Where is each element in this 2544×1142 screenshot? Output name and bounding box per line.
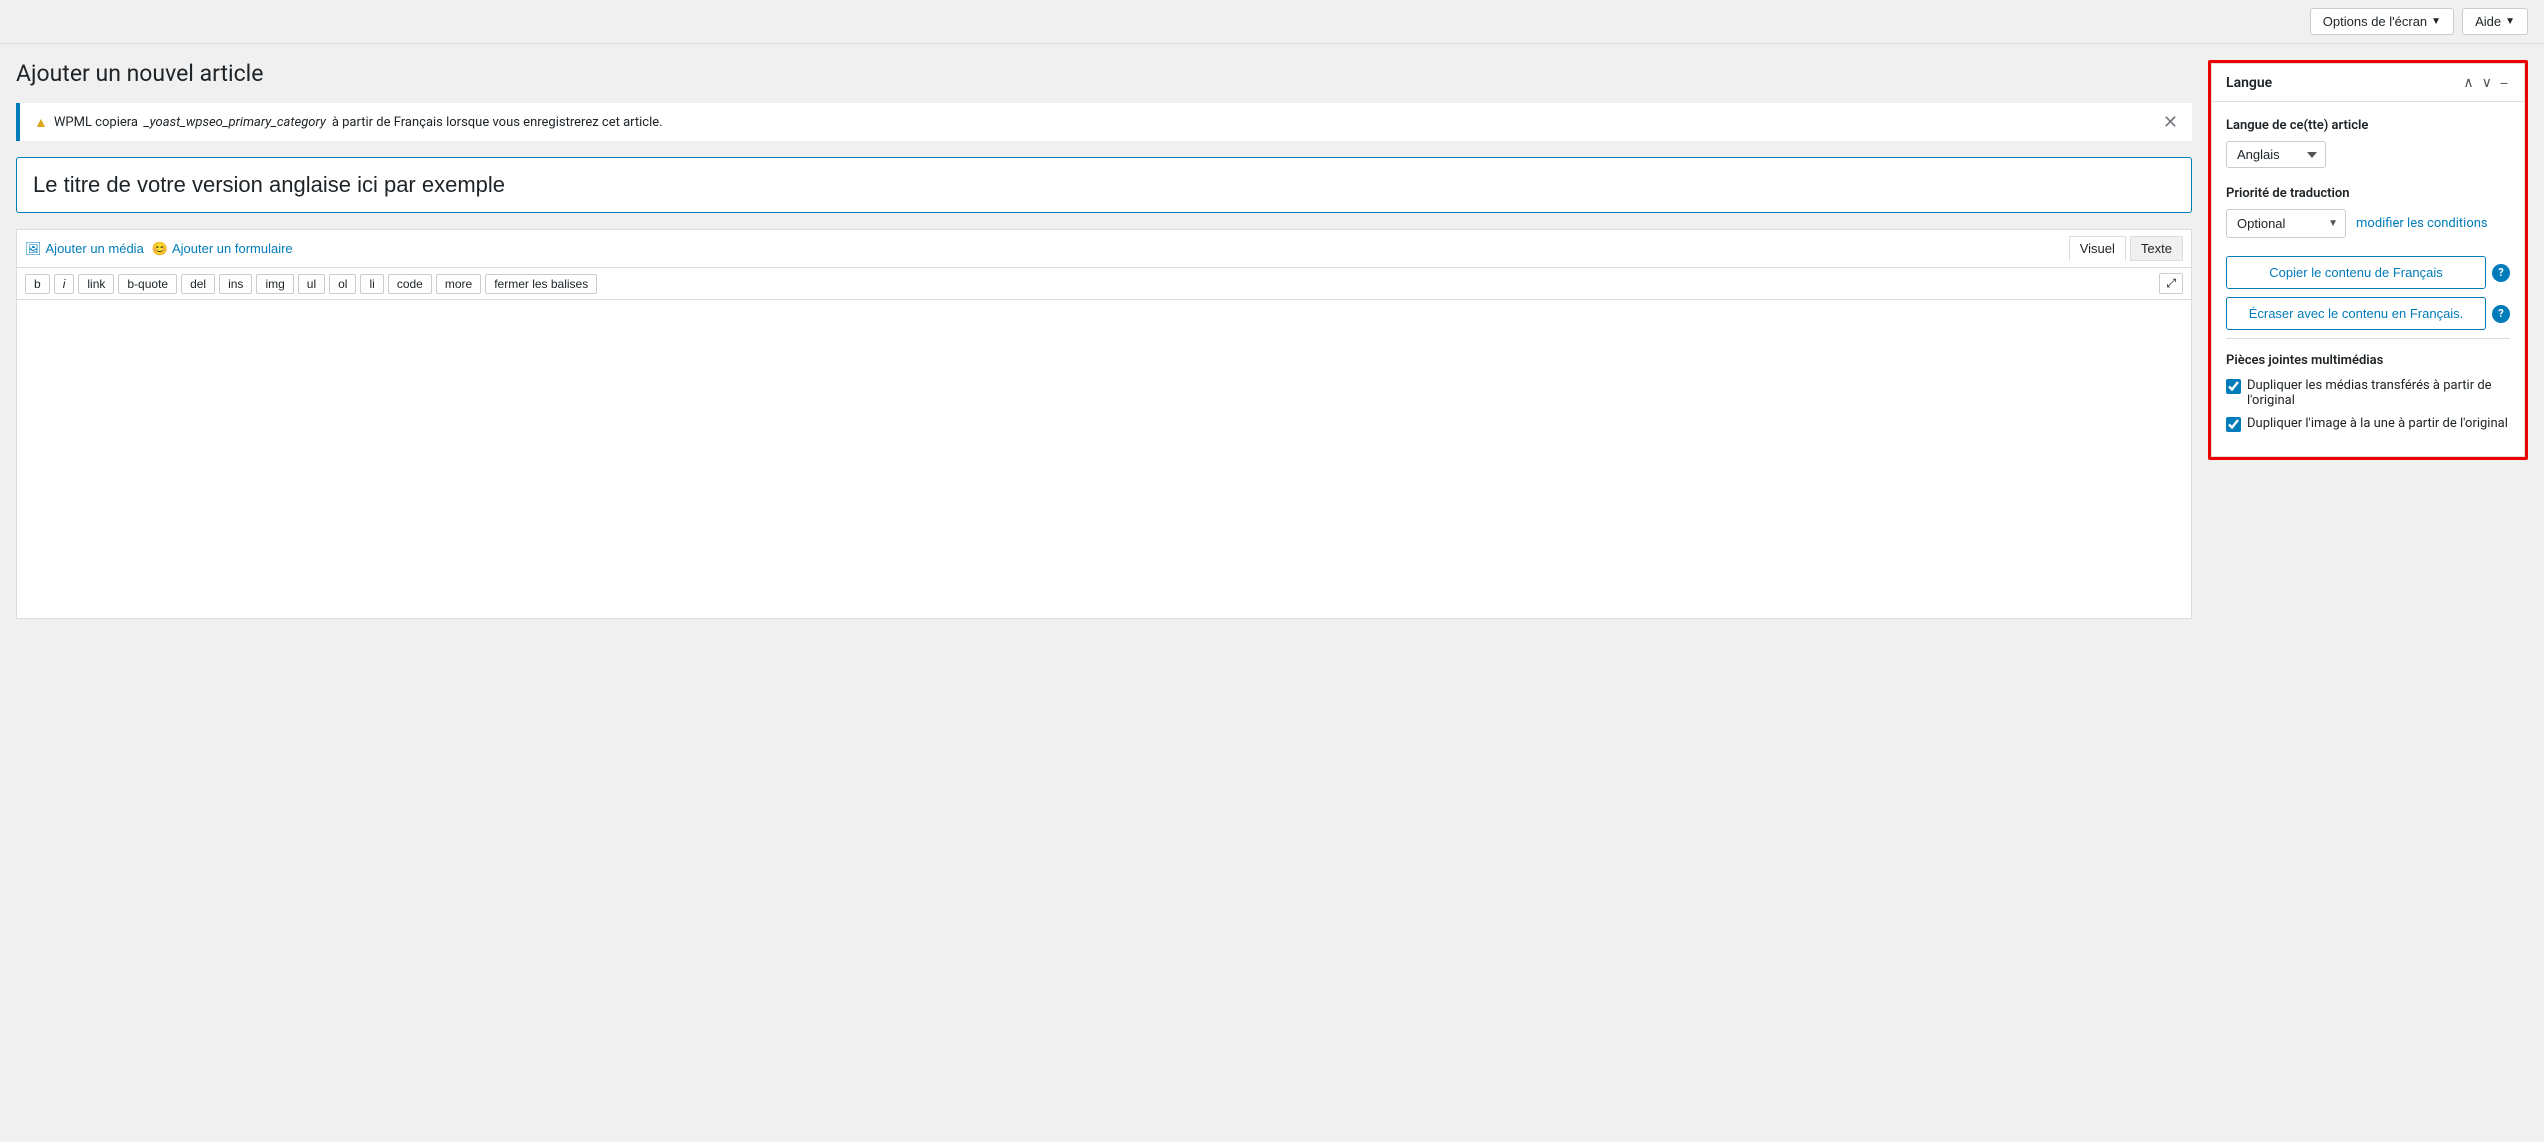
panel-controls: ∧ ∨ − (2461, 74, 2510, 91)
editor-expand-button[interactable]: ⤢ (2159, 273, 2183, 294)
duplicate-media-checkbox[interactable] (2226, 379, 2241, 394)
format-btn-close-tags[interactable]: fermer les balises (485, 274, 597, 294)
format-btn-bquote[interactable]: b-quote (118, 274, 177, 294)
priority-select[interactable]: Optional Normal High (2226, 209, 2346, 238)
notice-close-button[interactable]: ✕ (2163, 113, 2178, 131)
tab-visual[interactable]: Visuel (2069, 236, 2126, 261)
editor-area: Ajouter un nouvel article ▲ WPML copiera… (16, 60, 2192, 619)
warning-icon: ▲ (34, 114, 48, 131)
checkbox-row-1: Dupliquer les médias transférés à partir… (2226, 378, 2510, 408)
help-label: Aide (2475, 14, 2501, 29)
format-btn-li[interactable]: li (360, 274, 383, 294)
format-btn-link[interactable]: link (78, 274, 114, 294)
format-btn-ins[interactable]: ins (219, 274, 252, 294)
format-btn-i[interactable]: i (54, 274, 75, 294)
langue-panel: Langue ∧ ∨ − Langue de ce(tte) article A… (2211, 63, 2525, 457)
priority-label: Priorité de traduction (2226, 186, 2510, 201)
priority-row: Optional Normal High ▼ modifier les cond… (2226, 209, 2510, 238)
page-title: Ajouter un nouvel article (16, 60, 2192, 87)
panel-body: Langue de ce(tte) article Anglais França… (2212, 102, 2524, 456)
add-media-icon: 🖼 (25, 241, 42, 257)
panel-title: Langue (2226, 75, 2272, 91)
editor-format-toolbar: b i link b-quote del ins img ul ol li co… (16, 267, 2192, 299)
format-btn-b[interactable]: b (25, 274, 50, 294)
tab-text[interactable]: Texte (2130, 236, 2183, 261)
add-media-button[interactable]: 🖼 Ajouter un média (25, 241, 144, 257)
panel-header[interactable]: Langue ∧ ∨ − (2212, 64, 2524, 102)
checkbox-row-2: Dupliquer l'image à la une à partir de l… (2226, 416, 2510, 432)
notice-text: ▲ WPML copiera _yoast_wpseo_primary_cate… (34, 114, 663, 131)
format-btn-code[interactable]: code (388, 274, 432, 294)
priority-section: Priorité de traduction Optional Normal H… (2226, 186, 2510, 238)
copy-button-row: Copier le contenu de Français ? (2226, 256, 2510, 289)
screen-options-chevron: ▼ (2431, 16, 2441, 27)
wpml-notice: ▲ WPML copiera _yoast_wpseo_primary_cate… (16, 103, 2192, 141)
notice-before: WPML copiera (54, 115, 138, 130)
add-form-icon: 😊 (152, 241, 168, 257)
help-chevron: ▼ (2505, 16, 2515, 27)
add-form-label: Ajouter un formulaire (172, 241, 293, 256)
panel-collapse-up-button[interactable]: ∧ (2461, 74, 2475, 91)
article-title-input[interactable] (16, 157, 2192, 213)
screen-options-label: Options de l'écran (2323, 14, 2427, 29)
erase-content-button[interactable]: Écraser avec le contenu en Français. (2226, 297, 2486, 330)
erase-button-row: Écraser avec le contenu en Français. ? (2226, 297, 2510, 330)
language-select[interactable]: Anglais Français Espagnol (2226, 141, 2326, 168)
panel-collapse-down-button[interactable]: ∨ (2480, 74, 2494, 91)
main-content: Ajouter un nouvel article ▲ WPML copiera… (0, 44, 2544, 635)
modify-conditions-link[interactable]: modifier les conditions (2356, 216, 2488, 231)
screen-options-button[interactable]: Options de l'écran ▼ (2310, 8, 2454, 35)
add-media-label: Ajouter un média (46, 241, 144, 256)
priority-select-wrap: Optional Normal High ▼ (2226, 209, 2346, 238)
copy-help-icon[interactable]: ? (2492, 264, 2510, 282)
format-btn-del[interactable]: del (181, 274, 215, 294)
top-bar: Options de l'écran ▼ Aide ▼ (0, 0, 2544, 44)
lang-label: Langue de ce(tte) article (2226, 118, 2510, 133)
help-button[interactable]: Aide ▼ (2462, 8, 2528, 35)
media-section-title: Pièces jointes multimédias (2226, 353, 2510, 368)
editor-body[interactable] (16, 299, 2192, 619)
panel-minimize-button[interactable]: − (2498, 74, 2510, 91)
editor-tabs: Visuel Texte (2069, 236, 2183, 261)
editor-media-buttons: 🖼 Ajouter un média 😊 Ajouter un formulai… (25, 241, 293, 257)
format-btn-img[interactable]: img (256, 274, 293, 294)
notice-italic: _yoast_wpseo_primary_category (144, 115, 326, 130)
notice-after: à partir de Français lorsque vous enregi… (332, 115, 663, 130)
format-btn-more[interactable]: more (436, 274, 481, 294)
language-field: Langue de ce(tte) article Anglais França… (2226, 118, 2510, 168)
editor-toolbar-top: 🖼 Ajouter un média 😊 Ajouter un formulai… (16, 229, 2192, 267)
format-btn-ol[interactable]: ol (329, 274, 356, 294)
add-form-button[interactable]: 😊 Ajouter un formulaire (152, 241, 293, 257)
erase-help-icon[interactable]: ? (2492, 305, 2510, 323)
duplicate-featured-label: Dupliquer l'image à la une à partir de l… (2247, 416, 2508, 431)
duplicate-media-label: Dupliquer les médias transférés à partir… (2247, 378, 2510, 408)
copy-content-button[interactable]: Copier le contenu de Français (2226, 256, 2486, 289)
duplicate-featured-checkbox[interactable] (2226, 417, 2241, 432)
media-section: Pièces jointes multimédias Dupliquer les… (2226, 338, 2510, 432)
sidebar: Langue ∧ ∨ − Langue de ce(tte) article A… (2208, 60, 2528, 460)
format-btn-ul[interactable]: ul (298, 274, 325, 294)
